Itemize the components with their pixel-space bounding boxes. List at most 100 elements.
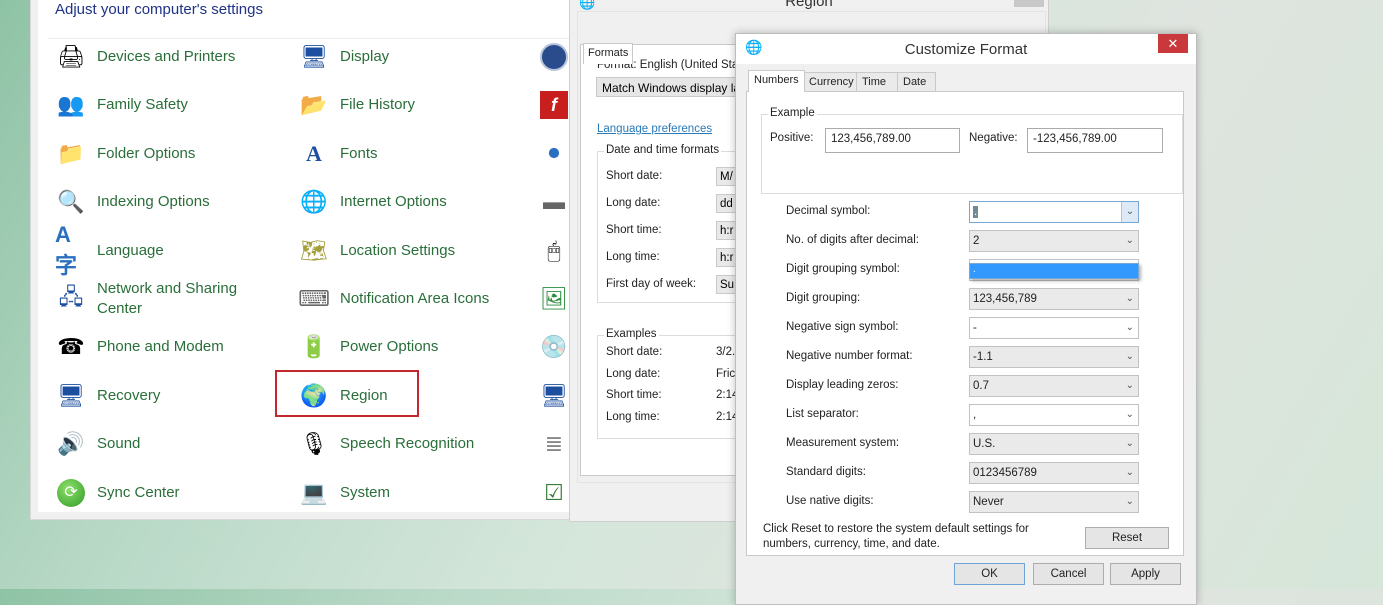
measurement-system-value: U.S. [973, 438, 996, 450]
cp-item-folder-options[interactable]: 📁 Folder Options [55, 138, 195, 170]
dialog-title: Customize Format [904, 41, 1028, 58]
cp-item-remote-app[interactable]: 🖥 [538, 380, 570, 412]
chevron-down-icon[interactable]: ⌄ [1126, 434, 1134, 454]
printer-icon: 🖨 [57, 44, 85, 69]
cp-item-recovery[interactable]: 🖥 Recovery [55, 380, 160, 412]
negative-sign-symbol-dropdown[interactable]: - ⌄ [969, 317, 1139, 339]
decimal-symbol-option[interactable]: . [969, 263, 1139, 279]
positive-example-field: 123,456,789.00 [825, 128, 960, 153]
tab-date[interactable]: Date [897, 72, 936, 91]
network-icon: 🖧 [58, 284, 84, 309]
digits-after-decimal-label: No. of digits after decimal: [786, 234, 919, 246]
cp-item-internet-options[interactable]: 🌐 Internet Options [298, 186, 446, 218]
chevron-down-icon[interactable]: ⌄ [1126, 463, 1134, 483]
negative-label: Negative: [969, 132, 1018, 144]
cancel-button[interactable]: Cancel [1033, 563, 1104, 585]
cp-item-fonts[interactable]: A Fonts [298, 138, 377, 170]
standard-digits-dropdown[interactable]: 0123456789 ⌄ [969, 462, 1139, 484]
use-native-digits-label: Use native digits: [786, 495, 874, 507]
cp-item-network-and-sharing[interactable]: 🖧 Network and Sharing Center [55, 279, 255, 319]
list-separator-value: , [973, 409, 977, 421]
cp-item-date-and-time[interactable] [538, 41, 570, 73]
tab-time[interactable]: Time [856, 72, 898, 91]
cp-item-indexing-options[interactable]: 🔍 Indexing Options [55, 186, 209, 218]
example-short-date-label: Short date: [606, 346, 663, 358]
standard-digits-value: 0123456789 [973, 467, 1037, 479]
tab-currency[interactable]: Currency [803, 72, 860, 91]
programs-icon: 💿 [540, 334, 568, 359]
battery-plug-icon: 🔋 [300, 334, 328, 359]
examples-group: Examples Short date: 3/2. Long date: Fri… [597, 328, 749, 439]
negative-sign-symbol-label: Negative sign symbol: [786, 321, 899, 333]
reset-button[interactable]: Reset [1085, 527, 1169, 549]
negative-example-field: -123,456,789.00 [1027, 128, 1163, 153]
cp-item-personalization[interactable]: 🖼 [538, 283, 570, 315]
cp-item-taskbar[interactable]: ☑ [538, 477, 570, 509]
apply-button[interactable]: Apply [1110, 563, 1181, 585]
family-icon: 👥 [57, 92, 85, 117]
ok-button[interactable]: OK [954, 563, 1025, 585]
example-group: Example Positive: 123,456,789.00 Negativ… [761, 107, 1183, 194]
decimal-symbol-dropdown[interactable]: . ⌄ [969, 201, 1139, 223]
tab-formats[interactable]: Formats [583, 43, 634, 64]
cp-item-programs[interactable]: 💿 [538, 331, 570, 363]
remote-icon: 🖥 [540, 383, 568, 408]
chevron-down-icon[interactable]: ⌄ [1126, 347, 1134, 367]
cp-item-sync-center[interactable]: ⟳ Sync Center [55, 477, 180, 509]
cp-item-storage-spaces[interactable]: ≣ [538, 428, 570, 460]
negative-number-format-dropdown[interactable]: -1.1 ⌄ [969, 346, 1139, 368]
chevron-down-icon[interactable]: ⌄ [1126, 492, 1134, 512]
cp-item-sound[interactable]: 🔊 Sound [55, 428, 140, 460]
cp-item-mouse[interactable]: 🖱 [538, 235, 570, 267]
use-native-digits-dropdown[interactable]: Never ⌄ [969, 491, 1139, 513]
list-separator-dropdown[interactable]: , ⌄ [969, 404, 1139, 426]
digit-grouping-dropdown[interactable]: 123,456,789 ⌄ [969, 288, 1139, 310]
personalization-icon: 🖼 [540, 286, 568, 311]
speaker-icon: 🔊 [57, 431, 85, 456]
cp-item-system[interactable]: 💻 System [298, 477, 390, 509]
globe-checklist-icon: 🌐 [300, 189, 328, 214]
cp-item-display[interactable]: 🖥 Display [298, 41, 389, 73]
measurement-system-dropdown[interactable]: U.S. ⌄ [969, 433, 1139, 455]
chevron-down-icon[interactable]: ⌄ [1126, 318, 1134, 338]
cp-item-phone-and-modem[interactable]: ☎ Phone and Modem [55, 331, 223, 363]
cp-item-flash-player[interactable]: f [538, 89, 570, 121]
cp-item-speech-recognition[interactable]: 🎙 Speech Recognition [298, 428, 474, 460]
chevron-down-icon[interactable]: ⌄ [1126, 405, 1134, 425]
cp-item-location-settings[interactable]: 🗺 Location Settings [298, 235, 455, 267]
cp-item-language[interactable]: A字 Language [55, 222, 164, 278]
decimal-symbol-label: Decimal symbol: [786, 205, 871, 217]
region-close-button[interactable] [1014, 0, 1044, 7]
example-short-time-label: Short time: [606, 389, 662, 401]
cp-item-file-history[interactable]: 📂 File History [298, 89, 415, 121]
chevron-down-icon[interactable]: ⌄ [1126, 231, 1134, 251]
cp-item-devices-and-printers[interactable]: 🖨 Devices and Printers [55, 41, 235, 73]
cp-item-family-safety[interactable]: 👥 Family Safety [55, 89, 188, 121]
region-formats-panel: Format: English (United Sta Match Window… [580, 44, 756, 476]
customize-format-dialog: 🌐 Customize Format ✕ Numbers Currency Ti… [735, 33, 1197, 605]
chevron-down-icon[interactable]: ⌄ [1126, 289, 1134, 309]
display-leading-zeros-dropdown[interactable]: 0.7 ⌄ [969, 375, 1139, 397]
mouse-icon: 🖱 [547, 238, 561, 263]
language-preferences-link[interactable]: Language preferences [597, 123, 712, 135]
flash-icon: f [538, 89, 570, 121]
chevron-down-icon[interactable]: ⌄ [1126, 376, 1134, 396]
language-icon: A字 [55, 222, 78, 278]
cp-item-homegroup[interactable]: ⚫ [538, 138, 570, 170]
numbers-panel: Example Positive: 123,456,789.00 Negativ… [746, 91, 1184, 556]
close-button[interactable]: ✕ [1158, 34, 1188, 53]
chevron-down-icon[interactable]: ⌄ [1121, 202, 1138, 222]
notification-icon: ⌨ [298, 286, 330, 311]
tab-numbers[interactable]: Numbers [748, 70, 805, 92]
format-select[interactable]: Match Windows display la [596, 77, 741, 97]
positive-label: Positive: [770, 132, 814, 144]
fonts-icon: A [306, 141, 322, 166]
cp-item-notification-area-icons[interactable]: ⌨ Notification Area Icons [298, 283, 489, 315]
digits-after-decimal-dropdown[interactable]: 2 ⌄ [969, 230, 1139, 252]
cp-item-power-options[interactable]: 🔋 Power Options [298, 331, 438, 363]
recovery-icon: 🖥 [57, 383, 85, 408]
example-long-date-value: Fric [716, 368, 736, 380]
cp-item-keyboard[interactable]: ▬ [538, 186, 570, 218]
keyboard-icon: ▬ [543, 189, 565, 214]
homegroup-icon: ⚫ [544, 141, 564, 166]
